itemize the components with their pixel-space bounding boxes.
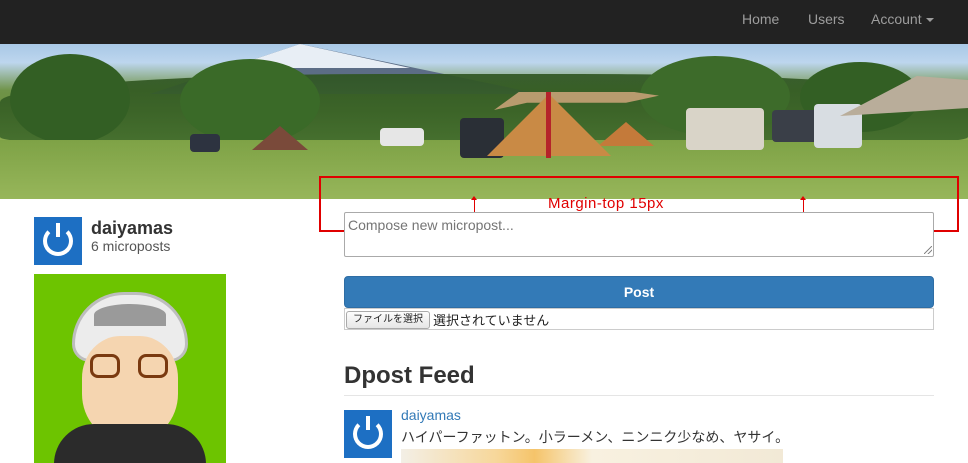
jacket-shape [54,424,206,463]
glasses-shape [90,354,120,378]
micropost-input[interactable] [344,212,934,257]
nav-users-link[interactable]: Users [808,0,845,44]
power-icon [353,416,383,449]
small-tent [252,126,308,150]
sidebar-username: daiyamas [91,218,174,238]
car [686,108,764,150]
user-avatar[interactable] [34,217,82,265]
glasses-shape [138,354,168,378]
power-icon [43,223,73,256]
feed-item-content: ハイパーファットン。小ラーメン、ニンニク少なめ、ヤサイ。 [401,429,790,445]
post-button[interactable]: Post [344,276,934,308]
feed-item-avatar[interactable] [344,410,392,458]
choose-file-button[interactable]: ファイルを選択 [346,311,430,329]
car [190,134,220,152]
car [772,110,818,142]
file-status-text: 選択されていません [433,313,550,328]
caret-down-icon [925,18,934,23]
top-navbar: Home Users Account [0,0,968,44]
profile-illustration [34,274,226,463]
nav-account-dropdown[interactable]: Account [871,0,934,44]
feed-item-image [401,449,783,463]
feed-item-user-link[interactable]: daiyamas [401,407,461,423]
nav-home-link[interactable]: Home [742,0,779,44]
file-upload-field: ファイルを選択 選択されていません [344,308,934,330]
sidebar-post-count: 6 microposts [91,238,171,254]
divider [344,395,934,396]
car [380,128,424,146]
helmet-band-shape [94,304,166,326]
tree [10,54,130,144]
annotation-label: Margin-top 15px [548,195,664,212]
tent-stripe [546,92,551,158]
nav-account-label: Account [871,11,922,27]
feed-title: Dpost Feed [344,362,475,389]
resize-grip-icon[interactable] [924,246,932,254]
